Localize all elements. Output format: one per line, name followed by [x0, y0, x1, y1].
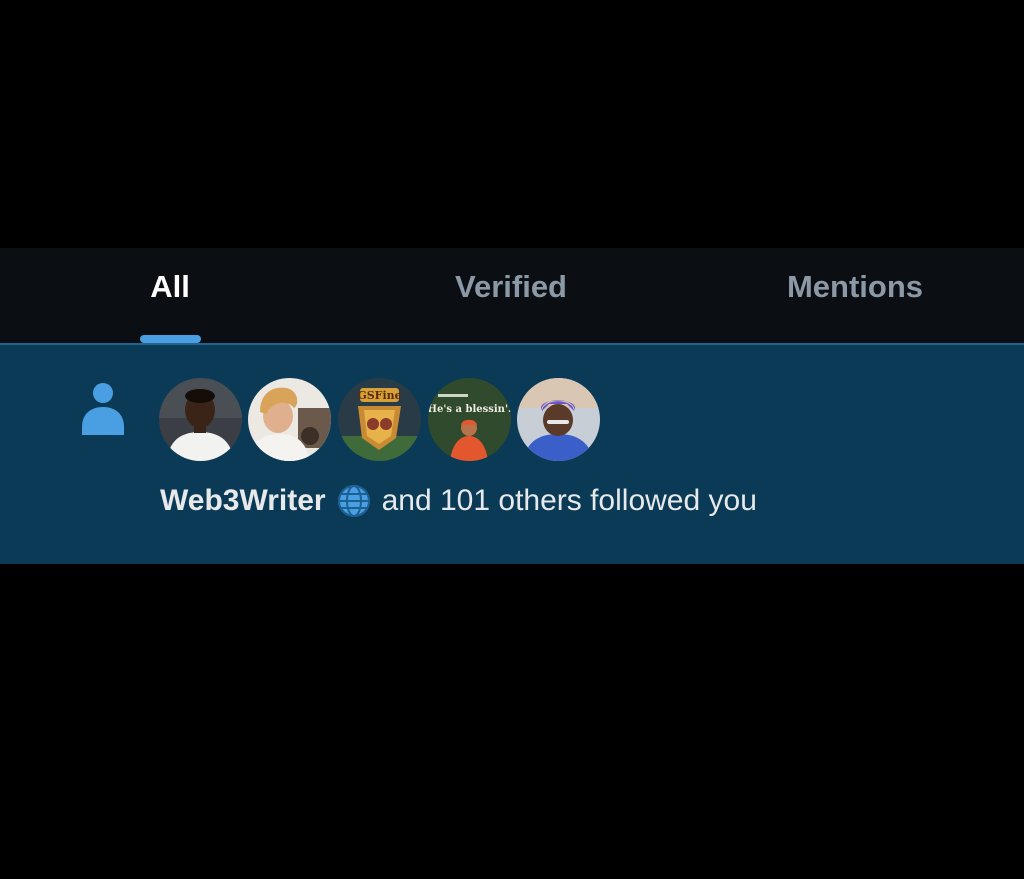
avatar-2[interactable]: [248, 378, 331, 461]
tab-mentions[interactable]: Mentions: [760, 248, 950, 343]
tab-mentions-label: Mentions: [786, 268, 924, 304]
avatar-3-caption: GSFine: [357, 389, 401, 402]
notifications-tab-bar: All Verified Mentions: [0, 248, 1024, 343]
tab-verified-label: Verified: [455, 268, 567, 304]
follow-notification[interactable]: GSFine He's a blessin'. Web3Writer and 1…: [0, 343, 1024, 564]
active-tab-indicator: [140, 335, 201, 343]
avatar-5-image: [517, 378, 600, 461]
avatar-3-image: GSFine: [338, 378, 421, 461]
avatar-3[interactable]: GSFine: [338, 378, 421, 461]
notification-message: and 101 others followed you: [381, 484, 757, 517]
tab-all[interactable]: All: [110, 248, 230, 343]
tab-verified[interactable]: Verified: [420, 248, 602, 343]
avatar-2-image: [248, 378, 331, 461]
person-icon: [82, 383, 124, 435]
user-name-link[interactable]: Web3Writer: [160, 484, 326, 518]
avatar-4-image: He's a blessin'.: [428, 378, 511, 461]
avatar-5[interactable]: [517, 378, 600, 461]
avatar-1-image: [159, 378, 242, 461]
avatar-4-caption: He's a blessin'.: [428, 404, 511, 415]
globe-icon: [337, 485, 370, 517]
avatar-4[interactable]: He's a blessin'.: [428, 378, 511, 461]
notification-text: Web3Writer and 101 others followed you: [160, 483, 757, 519]
tab-all-label: All: [150, 268, 190, 304]
avatar-1[interactable]: [159, 378, 242, 461]
